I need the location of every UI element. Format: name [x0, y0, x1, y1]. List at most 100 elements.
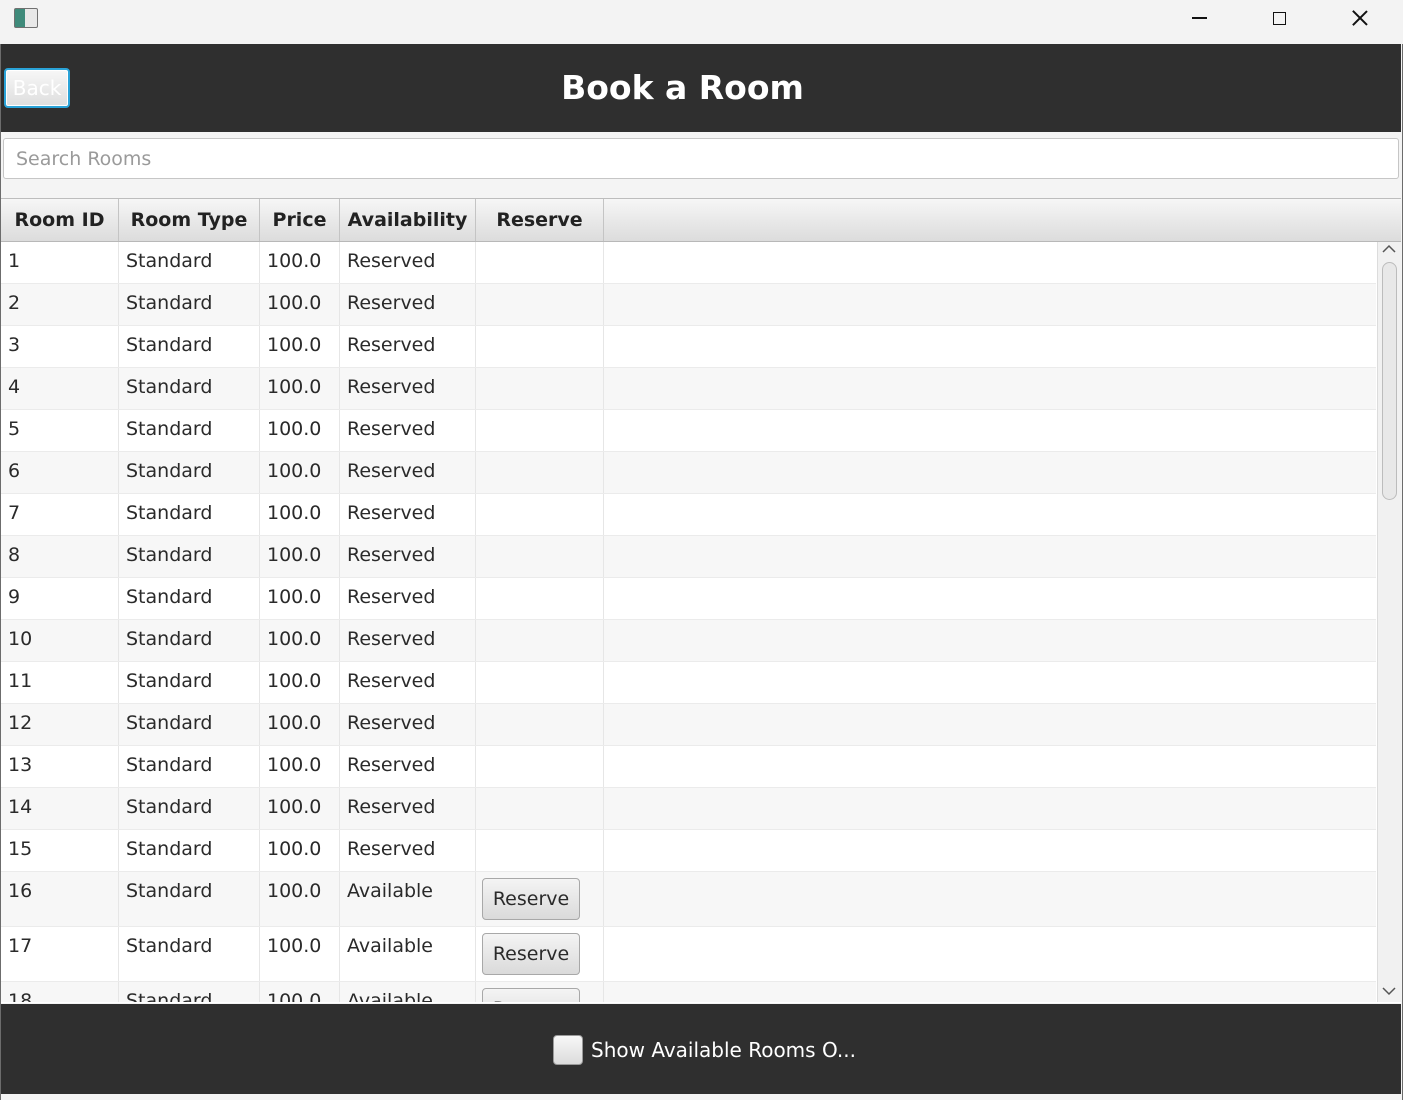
- table-row[interactable]: 1 Standard 100.0 Reserved: [1, 242, 1376, 284]
- cell-room-id: 12: [1, 704, 119, 746]
- cell-availability: Reserved: [340, 578, 476, 620]
- cell-availability: Reserved: [340, 704, 476, 746]
- table-row[interactable]: 18Standard100.0Available Reserve: [1, 982, 1376, 1002]
- cell-availability: Reserved: [340, 536, 476, 578]
- close-button[interactable]: [1337, 0, 1383, 36]
- cell-availability: Reserved: [340, 746, 476, 788]
- show-available-label[interactable]: Show Available Rooms O...: [591, 1036, 856, 1064]
- scrollbar-thumb[interactable]: [1382, 262, 1397, 500]
- cell-filler: [604, 242, 1376, 284]
- cell-filler: [604, 368, 1376, 410]
- cell-room-id: 14: [1, 788, 119, 830]
- cell-room-type: Standard: [119, 410, 260, 452]
- cell-room-type: Standard: [119, 830, 260, 872]
- table-row[interactable]: 2 Standard 100.0 Reserved: [1, 284, 1376, 326]
- cell-filler: [604, 704, 1376, 746]
- table-row[interactable]: 3 Standard 100.0 Reserved: [1, 326, 1376, 368]
- cell-reserve: [476, 662, 604, 704]
- minimize-button[interactable]: [1176, 0, 1222, 36]
- cell-availability: Reserved: [340, 662, 476, 704]
- maximize-icon: [1272, 11, 1286, 25]
- chevron-up-icon[interactable]: [1382, 242, 1396, 256]
- cell-room-id: 17: [1, 927, 119, 982]
- table-row[interactable]: 17 Standard 100.0 Available Reserve: [1, 927, 1376, 982]
- table-row[interactable]: 6 Standard 100.0 Reserved: [1, 452, 1376, 494]
- reserve-button[interactable]: Reserve: [482, 878, 580, 920]
- cell-room-type: Standard: [119, 927, 260, 982]
- cell-price: 100.0: [260, 578, 340, 620]
- table-row[interactable]: 9 Standard 100.0 Reserved: [1, 578, 1376, 620]
- table-row[interactable]: 10 Standard 100.0 Reserved: [1, 620, 1376, 662]
- cell-price: 100.0: [260, 536, 340, 578]
- chevron-down-icon[interactable]: [1382, 984, 1396, 998]
- cell-room-type: Standard: [119, 982, 260, 1002]
- table-row[interactable]: 15 Standard 100.0 Reserved: [1, 830, 1376, 872]
- cell-availability: Reserved: [340, 830, 476, 872]
- cell-room-id: 16: [1, 872, 119, 927]
- reserve-button[interactable]: Reserve: [482, 933, 580, 975]
- cell-room-id: 6: [1, 452, 119, 494]
- cell-filler: [604, 578, 1376, 620]
- table-row[interactable]: 5 Standard 100.0 Reserved: [1, 410, 1376, 452]
- maximize-button[interactable]: [1256, 0, 1302, 36]
- cell-room-type: Standard: [119, 326, 260, 368]
- cell-room-type: Standard: [119, 452, 260, 494]
- reserve-button[interactable]: Reserve: [482, 988, 580, 1002]
- cell-room-id: 9: [1, 578, 119, 620]
- cell-room-type: Standard: [119, 494, 260, 536]
- cell-price: 100.0: [260, 662, 340, 704]
- cell-room-id: 3: [1, 326, 119, 368]
- column-header-room-type[interactable]: Room Type: [119, 199, 260, 241]
- table-row[interactable]: 14 Standard 100.0 Reserved: [1, 788, 1376, 830]
- table-row[interactable]: 11 Standard 100.0 Reserved: [1, 662, 1376, 704]
- column-header-price[interactable]: Price: [260, 199, 340, 241]
- search-input[interactable]: [3, 138, 1399, 179]
- close-icon: [1351, 9, 1369, 27]
- table-row[interactable]: 4 Standard 100.0 Reserved: [1, 368, 1376, 410]
- cell-room-id: 4: [1, 368, 119, 410]
- footer-bar: Show Available Rooms O...: [1, 1004, 1401, 1094]
- cell-filler: [604, 452, 1376, 494]
- cell-filler: [604, 982, 1376, 1002]
- cell-reserve: [476, 494, 604, 536]
- column-header-availability[interactable]: Availability: [340, 199, 476, 241]
- cell-price: 100.0: [260, 746, 340, 788]
- cell-price: 100.0: [260, 410, 340, 452]
- column-header-reserve[interactable]: Reserve: [476, 199, 604, 241]
- cell-reserve: [476, 746, 604, 788]
- cell-reserve: Reserve: [476, 982, 604, 1002]
- table-row[interactable]: 8 Standard 100.0 Reserved: [1, 536, 1376, 578]
- table-header: Room ID Room Type Price Availability Res…: [1, 199, 1401, 242]
- window-title-bar: [0, 0, 1403, 44]
- cell-reserve: [476, 368, 604, 410]
- cell-filler: [604, 410, 1376, 452]
- table-row[interactable]: 16 Standard 100.0 Available Reserve: [1, 872, 1376, 927]
- cell-room-type: Standard: [119, 578, 260, 620]
- table-row[interactable]: 7 Standard 100.0 Reserved: [1, 494, 1376, 536]
- cell-availability: Reserved: [340, 410, 476, 452]
- cell-availability: Available: [340, 927, 476, 982]
- cell-room-type: Standard: [119, 662, 260, 704]
- table-row[interactable]: 13 Standard 100.0 Reserved: [1, 746, 1376, 788]
- cell-room-id: 13: [1, 746, 119, 788]
- table-row[interactable]: 12 Standard 100.0 Reserved: [1, 704, 1376, 746]
- cell-price: 100.0: [260, 326, 340, 368]
- cell-price: 100.0: [260, 620, 340, 662]
- cell-filler: [604, 830, 1376, 872]
- cell-reserve: [476, 410, 604, 452]
- cell-reserve: [476, 788, 604, 830]
- rooms-table: Room ID Room Type Price Availability Res…: [1, 198, 1401, 1003]
- app-icon: [14, 8, 38, 28]
- show-available-checkbox[interactable]: [553, 1035, 583, 1065]
- cell-reserve: [476, 704, 604, 746]
- cell-room-type: Standard: [119, 284, 260, 326]
- cell-room-id: 5: [1, 410, 119, 452]
- cell-availability: Reserved: [340, 326, 476, 368]
- column-header-filler: [604, 199, 1401, 241]
- column-header-room-id[interactable]: Room ID: [1, 199, 119, 241]
- vertical-scrollbar[interactable]: [1377, 242, 1401, 1002]
- cell-availability: Reserved: [340, 242, 476, 284]
- cell-reserve: [476, 452, 604, 494]
- table-body: 1 Standard 100.0 Reserved 2 Standard 100.0 Rese…: [1, 242, 1376, 1002]
- cell-filler: [604, 872, 1376, 927]
